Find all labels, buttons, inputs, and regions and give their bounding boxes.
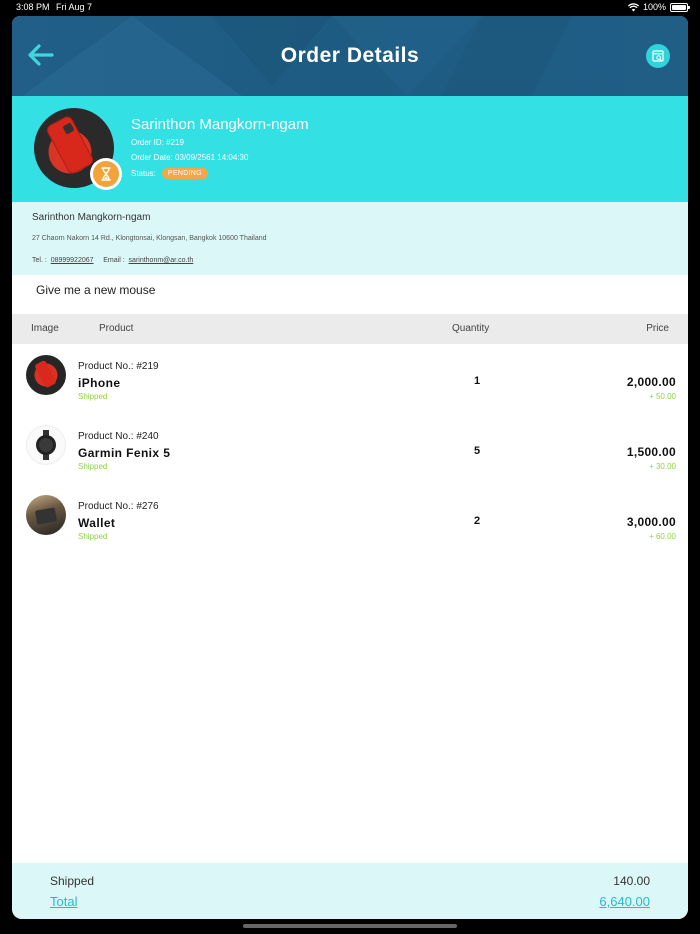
product-number: Product No.: #240 xyxy=(78,431,159,442)
header-bar: Order Details xyxy=(12,16,688,96)
email-label: Email : xyxy=(103,257,125,264)
item-status: Shipped xyxy=(78,462,108,471)
order-totals: Shipped 140.00 Total 6,640.00 xyxy=(12,863,688,919)
header-image: Image xyxy=(31,323,59,334)
table-row[interactable]: Product No.: #219 iPhone Shipped 1 2,000… xyxy=(12,345,688,415)
header-product: Product xyxy=(99,323,134,334)
product-number: Product No.: #219 xyxy=(78,361,159,372)
document-search-button[interactable] xyxy=(646,44,670,68)
item-status: Shipped xyxy=(78,532,108,541)
total-label[interactable]: Total xyxy=(50,894,77,909)
battery-percent: 100% xyxy=(642,2,666,12)
customer-name: Sarinthon Mangkorn-ngam xyxy=(131,116,309,133)
document-search-icon xyxy=(652,50,664,62)
item-price: 2,000.00 xyxy=(626,375,676,389)
product-name: Garmin Fenix 5 xyxy=(78,446,171,460)
header-quantity: Quantity xyxy=(452,323,490,334)
product-image xyxy=(26,355,66,395)
status-date: Fri Aug 7 xyxy=(56,2,93,12)
tel-link[interactable]: 08999922067 xyxy=(51,257,94,264)
pending-status-badge xyxy=(90,158,122,190)
product-number: Product No.: #276 xyxy=(78,501,159,512)
item-price: 3,000.00 xyxy=(626,515,676,529)
item-quantity: 1 xyxy=(473,375,481,387)
page-title: Order Details xyxy=(280,44,420,67)
shipped-value: 140.00 xyxy=(613,874,650,888)
tel-label: Tel. : xyxy=(32,257,47,264)
item-price: 1,500.00 xyxy=(626,445,676,459)
product-image xyxy=(26,495,66,535)
app-screen: Order Details Sarinthon Mangkorn-ngam Or… xyxy=(12,16,688,919)
item-shipping-fee: + 50.00 xyxy=(649,392,676,401)
wifi-icon xyxy=(627,2,639,11)
item-shipping-fee: + 60.00 xyxy=(649,532,676,541)
table-row[interactable]: Product No.: #240 Garmin Fenix 5 Shipped… xyxy=(12,415,688,485)
hourglass-icon xyxy=(101,167,111,181)
shipped-label: Shipped xyxy=(50,874,95,888)
table-header: Image Product Quantity Price xyxy=(12,314,688,344)
item-status: Shipped xyxy=(78,392,108,401)
product-avatar xyxy=(34,108,122,190)
status-right: 100% xyxy=(627,2,690,12)
product-image xyxy=(26,425,66,465)
recipient-name: Sarinthon Mangkorn-ngam xyxy=(32,212,151,223)
product-name: iPhone xyxy=(78,376,121,390)
status-bar: 3:08 PM Fri Aug 7 100% xyxy=(0,0,700,16)
order-summary: Sarinthon Mangkorn-ngam Order ID: #219 O… xyxy=(12,96,688,202)
item-shipping-fee: + 30.00 xyxy=(649,462,676,471)
shipping-address: Sarinthon Mangkorn-ngam 27 Chaorn Nakorn… xyxy=(12,202,688,275)
status-badge: PENDING xyxy=(161,168,208,179)
battery-icon xyxy=(670,2,690,12)
order-status: Status: PENDING xyxy=(131,168,208,179)
order-note: Give me a new mouse xyxy=(36,283,156,297)
header-price: Price xyxy=(646,323,669,334)
email-link[interactable]: sarinthonm@ar.co.th xyxy=(129,257,194,264)
item-quantity: 2 xyxy=(473,515,481,527)
item-quantity: 5 xyxy=(473,445,481,457)
address-line: 27 Chaorn Nakorn 14 Rd., Klongtonsai, Kl… xyxy=(32,235,267,242)
home-indicator[interactable] xyxy=(243,924,457,928)
product-name: Wallet xyxy=(78,516,116,530)
contact-info: Tel. : 08999922067 Email : sarinthonm@ar… xyxy=(32,257,193,264)
total-value[interactable]: 6,640.00 xyxy=(599,894,650,909)
status-time: 3:08 PM xyxy=(16,2,50,12)
status-label: Status: xyxy=(131,169,156,178)
order-date: Order Date: 03/09/2561 14:04:30 xyxy=(131,153,249,162)
table-row[interactable]: Product No.: #276 Wallet Shipped 2 3,000… xyxy=(12,485,688,555)
order-id: Order ID: #219 xyxy=(131,138,184,147)
